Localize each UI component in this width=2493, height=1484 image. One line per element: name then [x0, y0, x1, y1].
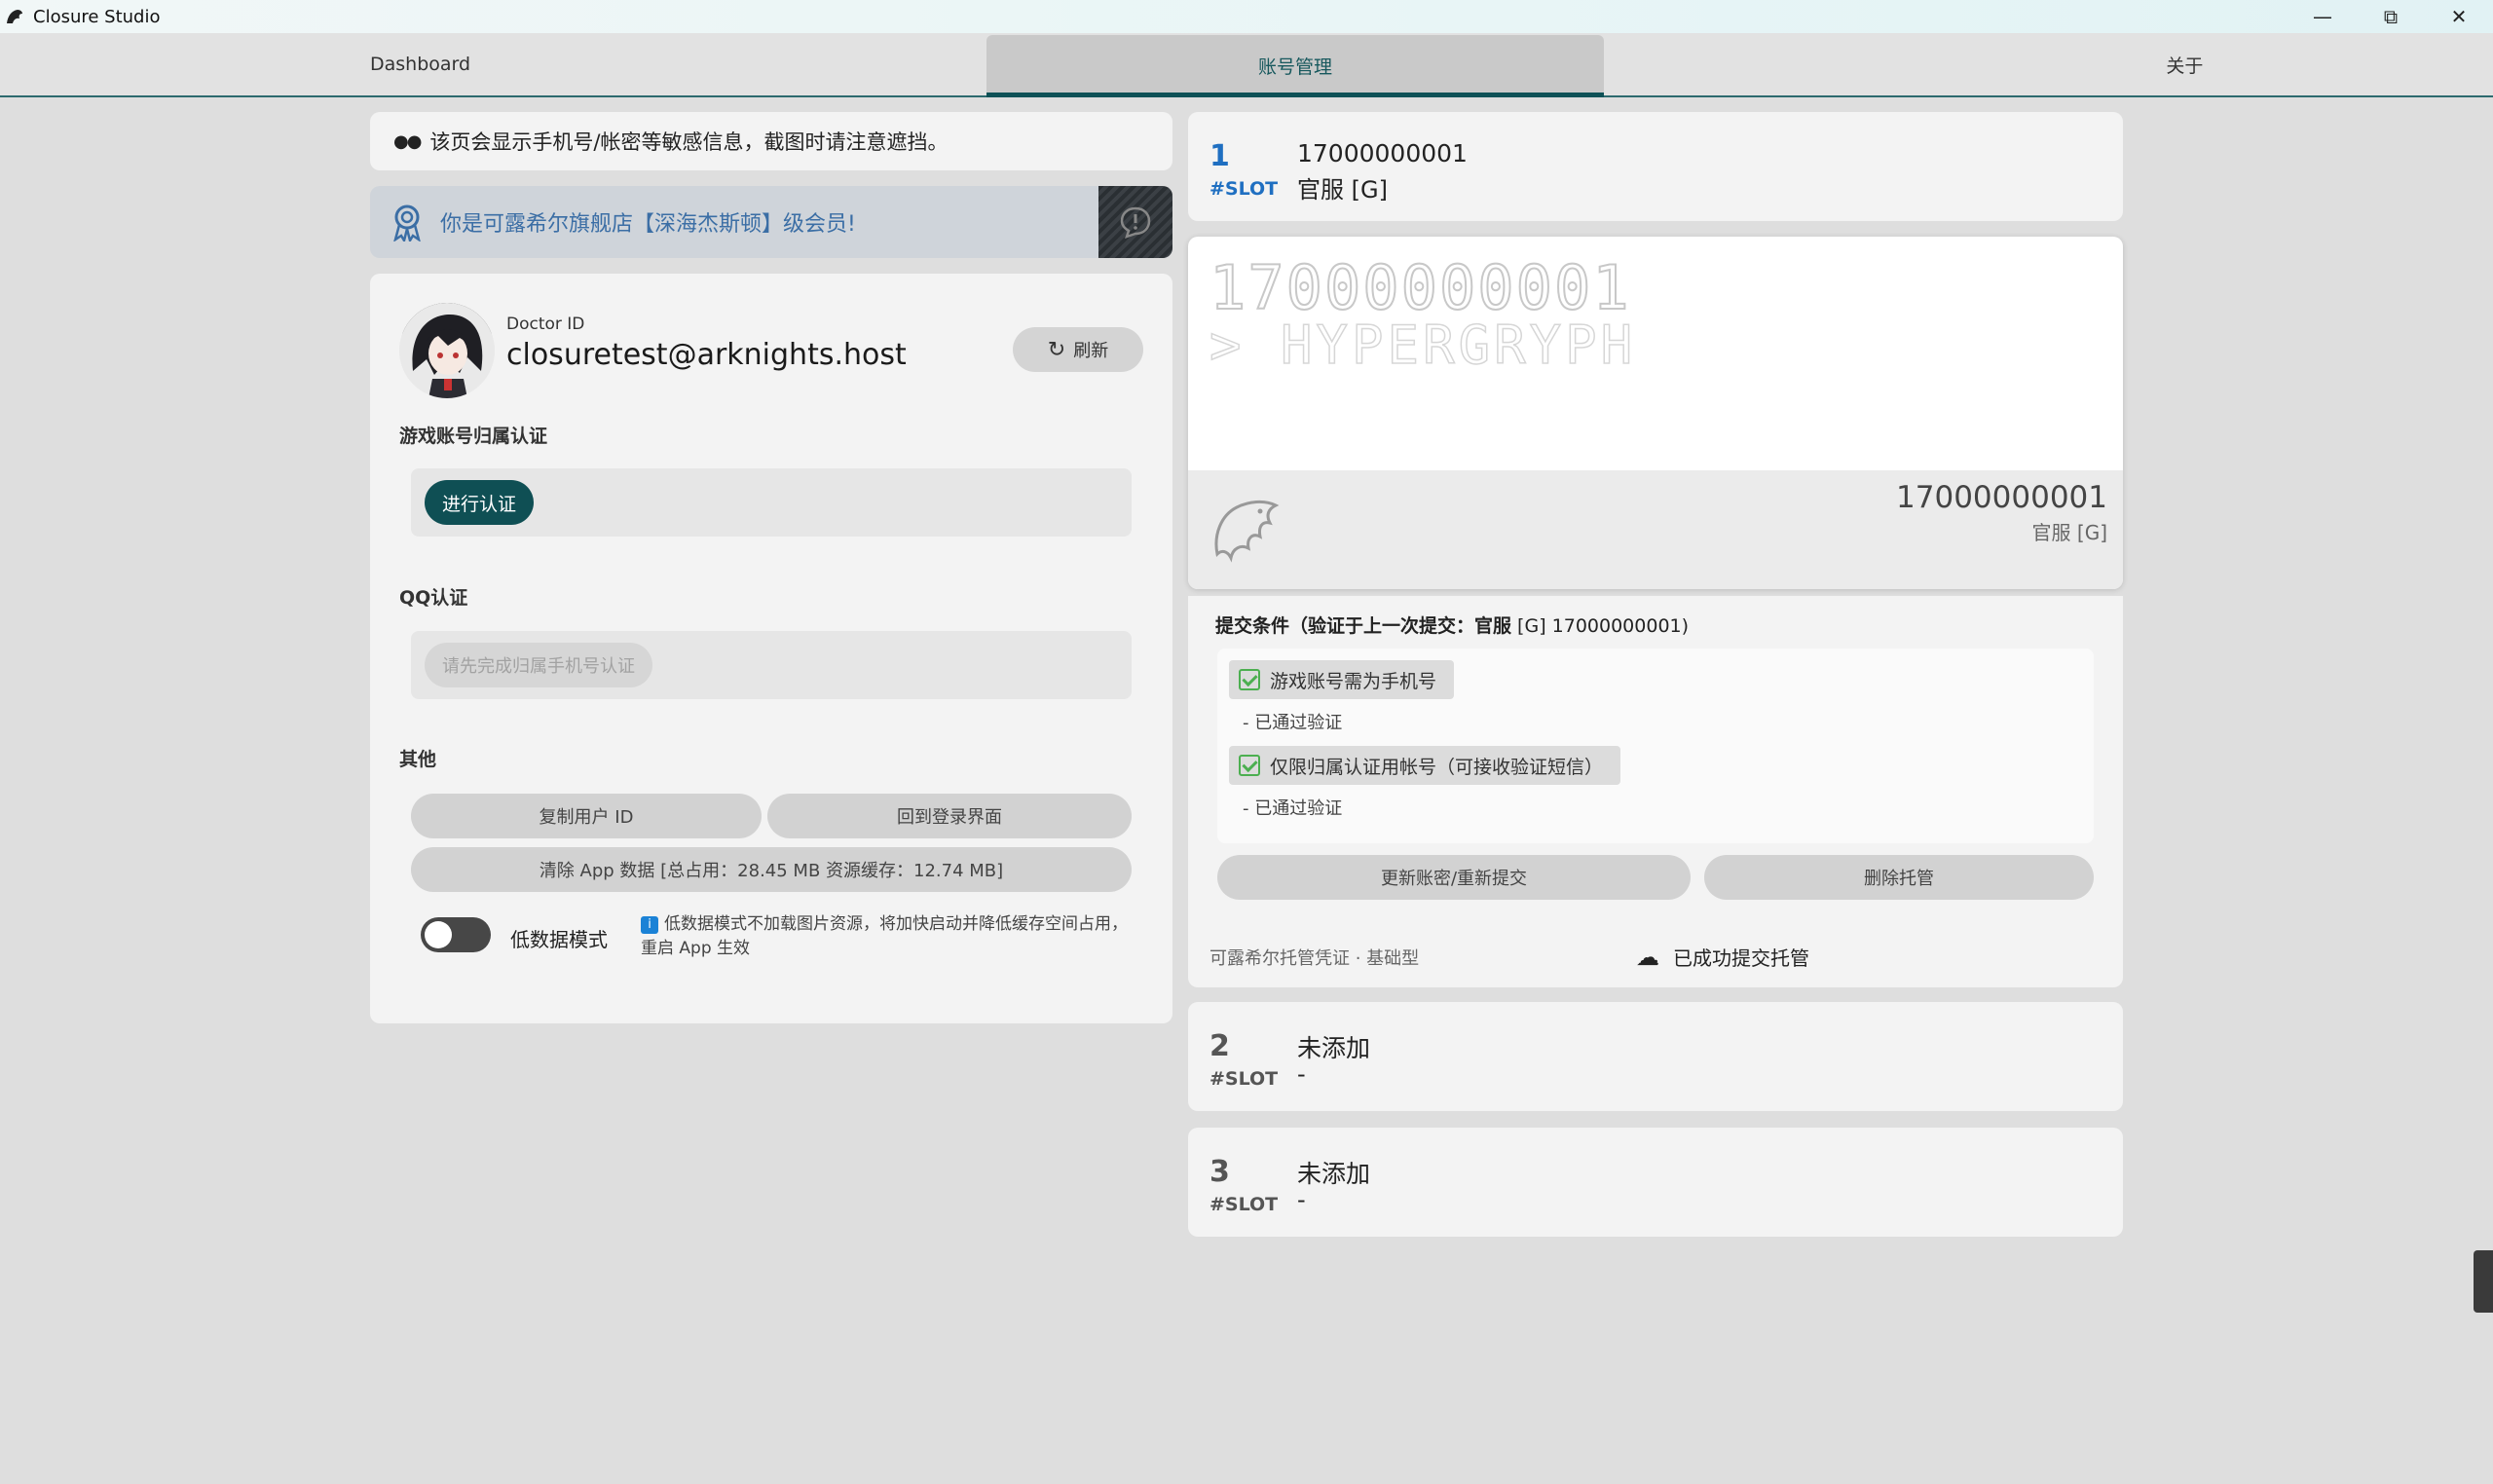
doctor-id-value: closuretest@arknights.host [506, 338, 907, 372]
clear-app-data-button[interactable]: 清除 App 数据 [总占用：28.45 MB 资源缓存：12.74 MB] [411, 847, 1132, 892]
sensitive-info-notice: ●● 该页会显示手机号/帐密等敏感信息，截图时请注意遮挡。 [370, 112, 1172, 170]
dot-matrix-subtitle: > HYPERGRYPH [1209, 314, 1637, 377]
verify-button[interactable]: 进行认证 [425, 480, 535, 525]
slot-tag: #SLOT [1209, 178, 1279, 200]
slot-status: 未添加 [1297, 1034, 1371, 1062]
tab-dashboard[interactable]: Dashboard [0, 33, 986, 95]
slot-number: 2 [1209, 1029, 1230, 1063]
slot-phone: 17000000001 [1297, 139, 1468, 167]
refresh-button[interactable]: ↻ 刷新 [1013, 327, 1143, 372]
game-auth-title: 游戏账号归属认证 [399, 426, 548, 447]
notice-text: 该页会显示手机号/帐密等敏感信息，截图时请注意遮挡。 [429, 130, 949, 154]
slot-number: 1 [1209, 139, 1230, 173]
tab-bar: Dashboard 账号管理 关于 [0, 33, 2493, 97]
update-credentials-button[interactable]: 更新账密/重新提交 [1217, 855, 1691, 900]
medal-icon [393, 204, 421, 241]
avatar [399, 303, 495, 398]
dot-matrix-phone: 17000000001 [1209, 251, 1631, 324]
submit-conditions-card: 提交条件（验证于上一次提交：官服 [G] 17000000001) 游戏账号需为… [1188, 596, 2123, 987]
profile-card: Doctor ID closuretest@arknights.host ↻ 刷… [370, 274, 1172, 1023]
cloud-check-icon: ☁ [1636, 943, 1659, 971]
slot-detail-card: 17000000001 > HYPERGRYPH 17000000001 官服 … [1188, 237, 2123, 589]
slot-detail-phone: 17000000001 [1896, 480, 2107, 515]
slot-card-1[interactable]: 1 #SLOT 17000000001 官服 [G] [1188, 112, 2123, 221]
membership-action[interactable] [1098, 186, 1172, 258]
other-title: 其他 [399, 749, 437, 770]
info-icon: i [641, 916, 658, 934]
slot-server: - [1297, 1186, 1306, 1213]
condition-item: 仅限归属认证用帐号（可接收验证短信） [1229, 746, 1621, 785]
slot-server: - [1297, 1060, 1306, 1088]
side-drawer-handle[interactable] [2474, 1250, 2493, 1313]
back-to-login-button[interactable]: 回到登录界面 [767, 794, 1132, 838]
restore-icon[interactable]: ⧉ [2357, 0, 2425, 33]
slot-tag: #SLOT [1209, 1194, 1279, 1215]
doctor-id-label: Doctor ID [506, 315, 585, 334]
close-icon[interactable]: ✕ [2425, 0, 2493, 33]
low-data-toggle[interactable] [421, 917, 491, 952]
slot-card-3[interactable]: 3 #SLOT 未添加 - [1188, 1128, 2123, 1237]
refresh-icon: ↻ [1047, 337, 1066, 362]
qq-auth-panel: 请先完成归属手机号认证 [411, 631, 1132, 699]
credential-type: 可露希尔托管凭证 · 基础型 [1209, 948, 1420, 969]
membership-text: 你是可露希尔旗舰店【深海杰斯顿】级会员! [440, 212, 856, 237]
conditions-list: 游戏账号需为手机号 - 已通过验证 仅限归属认证用帐号（可接收验证短信） - 已… [1217, 649, 2094, 843]
qq-auth-button[interactable]: 请先完成归属手机号认证 [425, 643, 652, 687]
low-data-note: i 低数据模式不加载图片资源，将加快启动并降低缓存空间占用，重启 App 生效 [641, 914, 1128, 958]
closure-logo-icon [1214, 500, 1280, 563]
eyes-icon: ●● [393, 130, 422, 152]
refresh-label: 刷新 [1073, 341, 1109, 361]
game-auth-panel: 进行认证 [411, 468, 1132, 537]
copy-user-id-button[interactable]: 复制用户 ID [411, 794, 762, 838]
slot-status: 未添加 [1297, 1160, 1371, 1188]
slot-server: 官服 [G] [1297, 176, 1388, 204]
condition-note: - 已通过验证 [1243, 798, 1343, 819]
tab-account-management[interactable]: 账号管理 [986, 35, 1604, 97]
minimize-icon[interactable]: — [2288, 0, 2357, 33]
slot-number: 3 [1209, 1155, 1230, 1189]
app-logo-icon [7, 10, 22, 23]
slot-card-2[interactable]: 2 #SLOT 未添加 - [1188, 1002, 2123, 1111]
slot-tag: #SLOT [1209, 1068, 1279, 1090]
condition-note: - 已通过验证 [1243, 713, 1343, 733]
membership-banner: 你是可露希尔旗舰店【深海杰斯顿】级会员! [370, 186, 1172, 258]
title-bar: Closure Studio — ⧉ ✕ [0, 0, 2493, 33]
window-title: Closure Studio [33, 6, 161, 27]
alert-bubble-icon [1120, 206, 1151, 239]
conditions-title: 提交条件（验证于上一次提交：官服 [G] 17000000001) [1215, 615, 1690, 637]
qq-auth-title: QQ认证 [399, 587, 468, 609]
low-data-label: 低数据模式 [510, 928, 608, 951]
checkbox-checked-icon [1239, 755, 1260, 776]
delete-hosting-button[interactable]: 删除托管 [1704, 855, 2094, 900]
condition-item: 游戏账号需为手机号 [1229, 660, 1455, 699]
window-controls: — ⧉ ✕ [2288, 0, 2493, 33]
slot-detail-server: 官服 [G] [2031, 521, 2107, 544]
tab-about[interactable]: 关于 [1604, 33, 2493, 95]
checkbox-checked-icon [1239, 669, 1260, 690]
hosting-status: ☁ 已成功提交托管 [1636, 943, 1809, 971]
